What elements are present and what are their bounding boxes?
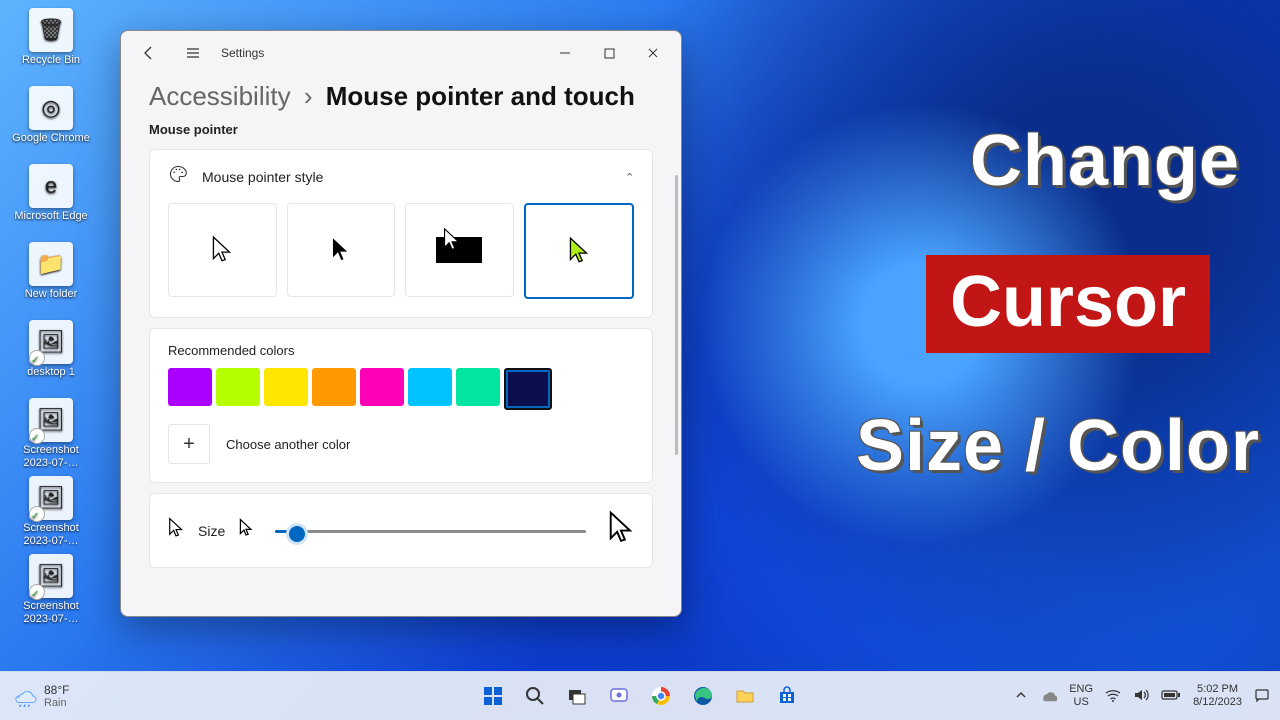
settings-window: Settings Accessibility › Mouse pointer a… bbox=[120, 30, 682, 617]
taskbar: 88°F Rain bbox=[0, 671, 1280, 720]
pointer-style-black[interactable] bbox=[287, 203, 396, 297]
file-icon: 🖼 bbox=[29, 476, 73, 520]
window-close-button[interactable] bbox=[631, 33, 675, 73]
tray-onedrive-icon[interactable] bbox=[1039, 686, 1057, 707]
file-icon: 🖼 bbox=[29, 320, 73, 364]
cursor-small-icon bbox=[168, 517, 184, 544]
color-swatch-5[interactable] bbox=[408, 368, 452, 406]
cursor-preview-small-icon bbox=[239, 518, 253, 543]
pointer-style-custom[interactable] bbox=[524, 203, 635, 299]
overlay-text-cursor: Cursor bbox=[950, 262, 1186, 342]
task-view-button[interactable] bbox=[559, 678, 595, 714]
file-icon: 🖼 bbox=[29, 398, 73, 442]
file-icon: 📁 bbox=[29, 242, 73, 286]
size-label: Size bbox=[198, 523, 225, 539]
icon-label: Screenshot 2023-07-… bbox=[8, 600, 94, 626]
color-swatch-7[interactable] bbox=[504, 368, 552, 410]
desktop-icon-microsoft-edge[interactable]: e Microsoft Edge bbox=[8, 164, 94, 223]
back-button[interactable] bbox=[127, 33, 171, 73]
pointer-style-label: Mouse pointer style bbox=[202, 169, 611, 185]
taskbar-store-icon[interactable] bbox=[769, 678, 805, 714]
tray-battery-icon[interactable] bbox=[1161, 689, 1181, 704]
chevron-up-icon: ⌄ bbox=[625, 170, 634, 183]
clock[interactable]: 5:02 PM8/12/2023 bbox=[1193, 683, 1242, 709]
color-swatch-1[interactable] bbox=[216, 368, 260, 406]
icon-label: Screenshot 2023-07-… bbox=[8, 522, 94, 548]
cursor-preview-large-icon bbox=[608, 510, 634, 551]
window-minimize-button[interactable] bbox=[543, 33, 587, 73]
breadcrumb-separator: › bbox=[304, 81, 313, 111]
start-button[interactable] bbox=[475, 678, 511, 714]
tray-overflow-button[interactable] bbox=[1015, 689, 1027, 704]
icon-label: Recycle Bin bbox=[8, 54, 94, 67]
recommended-colors-card: Recommended colors + Choose another colo… bbox=[149, 328, 653, 483]
tray-wifi-icon[interactable] bbox=[1105, 687, 1121, 706]
breadcrumb: Accessibility › Mouse pointer and touch bbox=[149, 81, 653, 112]
palette-icon bbox=[168, 164, 188, 189]
weather-icon bbox=[10, 682, 38, 710]
overlay-text-change: Change bbox=[970, 120, 1240, 202]
icon-label: Microsoft Edge bbox=[8, 210, 94, 223]
window-app-title: Settings bbox=[221, 46, 264, 60]
color-swatch-0[interactable] bbox=[168, 368, 212, 406]
desktop-icon-new-folder[interactable]: 📁 New folder bbox=[8, 242, 94, 301]
size-slider[interactable] bbox=[275, 521, 586, 541]
color-swatch-2[interactable] bbox=[264, 368, 308, 406]
desktop-icon-screenshot-2023-07-[interactable]: 🖼Screenshot 2023-07-… bbox=[8, 398, 94, 470]
icon-label: desktop 1 bbox=[8, 366, 94, 379]
choose-another-color-label: Choose another color bbox=[226, 437, 350, 452]
file-icon: e bbox=[29, 164, 73, 208]
pointer-style-inverted[interactable] bbox=[405, 203, 514, 297]
taskbar-weather-widget[interactable]: 88°F Rain bbox=[10, 682, 69, 710]
scrollbar[interactable] bbox=[675, 175, 678, 455]
search-button[interactable] bbox=[517, 678, 553, 714]
taskbar-chrome-icon[interactable] bbox=[643, 678, 679, 714]
tray-volume-icon[interactable] bbox=[1133, 687, 1149, 706]
choose-another-color-button[interactable]: + bbox=[168, 424, 210, 464]
overlay-text-size-color: Size / Color bbox=[856, 405, 1260, 487]
desktop-icon-recycle-bin[interactable]: 🗑 Recycle Bin bbox=[8, 8, 94, 67]
desktop-icon-screenshot-2023-07-[interactable]: 🖼Screenshot 2023-07-… bbox=[8, 476, 94, 548]
file-icon: 🖼 bbox=[29, 554, 73, 598]
desktop-icon-screenshot-2023-07-[interactable]: 🖼Screenshot 2023-07-… bbox=[8, 554, 94, 626]
pointer-style-card: Mouse pointer style ⌄ bbox=[149, 149, 653, 318]
plus-icon: + bbox=[183, 433, 195, 456]
taskbar-edge-icon[interactable] bbox=[685, 678, 721, 714]
window-titlebar[interactable]: Settings bbox=[121, 31, 681, 75]
color-swatch-6[interactable] bbox=[456, 368, 500, 406]
pointer-style-white[interactable] bbox=[168, 203, 277, 297]
breadcrumb-parent[interactable]: Accessibility bbox=[149, 81, 291, 111]
taskbar-explorer-icon[interactable] bbox=[727, 678, 763, 714]
color-swatch-4[interactable] bbox=[360, 368, 404, 406]
tray-notification-icon[interactable] bbox=[1254, 687, 1270, 706]
pointer-size-card: Size bbox=[149, 493, 653, 568]
icon-label: Screenshot 2023-07-… bbox=[8, 444, 94, 470]
icon-label: New folder bbox=[8, 288, 94, 301]
breadcrumb-current: Mouse pointer and touch bbox=[326, 81, 635, 111]
nav-menu-button[interactable] bbox=[171, 33, 215, 73]
weather-temp: 88°F bbox=[44, 683, 69, 697]
section-heading: Mouse pointer bbox=[149, 122, 653, 137]
icon-label: Google Chrome bbox=[8, 132, 94, 145]
desktop-icon-desktop-1[interactable]: 🖼 desktop 1 bbox=[8, 320, 94, 379]
color-swatch-3[interactable] bbox=[312, 368, 356, 406]
file-icon: ◎ bbox=[29, 86, 73, 130]
slider-thumb[interactable] bbox=[286, 523, 308, 545]
chat-button[interactable] bbox=[601, 678, 637, 714]
window-maximize-button[interactable] bbox=[587, 33, 631, 73]
recommended-colors-label: Recommended colors bbox=[168, 343, 634, 358]
overlay-text-cursor-box: Cursor bbox=[926, 255, 1210, 353]
file-icon: 🗑 bbox=[29, 8, 73, 52]
weather-condition: Rain bbox=[44, 697, 69, 709]
pointer-style-header[interactable]: Mouse pointer style ⌄ bbox=[150, 150, 652, 203]
language-indicator[interactable]: ENGUS bbox=[1069, 683, 1093, 709]
desktop-icon-google-chrome[interactable]: ◎ Google Chrome bbox=[8, 86, 94, 145]
